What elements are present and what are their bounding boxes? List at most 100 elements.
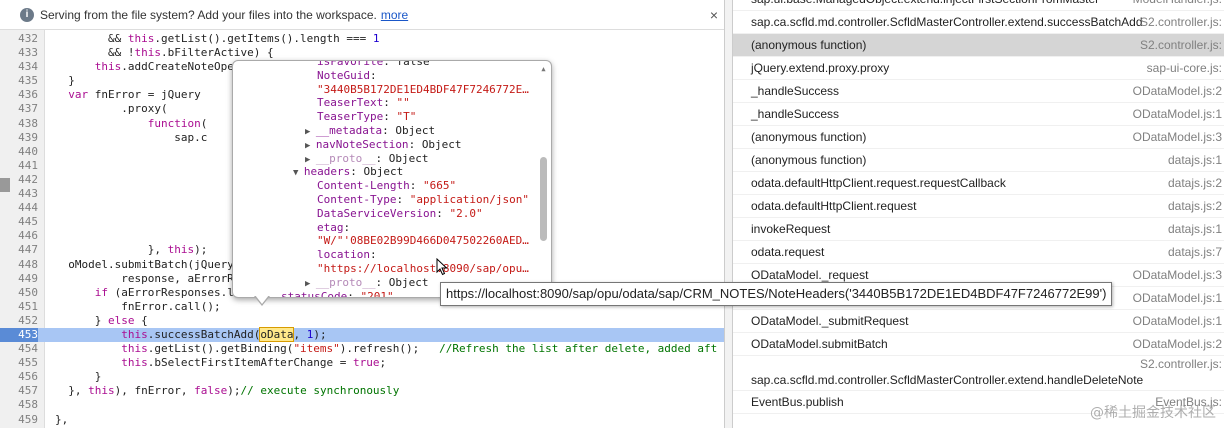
line-number[interactable]: 442 bbox=[0, 173, 38, 187]
line-number[interactable]: 443 bbox=[0, 187, 38, 201]
line-number[interactable]: 452 bbox=[0, 314, 38, 328]
info-icon: i bbox=[20, 7, 34, 22]
code-text: }, this); bbox=[55, 243, 208, 257]
panel-divider[interactable] bbox=[724, 0, 733, 428]
frame-location[interactable]: ODataModel.js:3 bbox=[1133, 126, 1222, 149]
frame-location[interactable]: sap-ui-core.js: bbox=[1147, 57, 1222, 80]
line-number[interactable]: 436 bbox=[0, 88, 38, 102]
frame-location[interactable]: S2.controller.js: bbox=[1140, 11, 1222, 34]
line-number[interactable]: 449 bbox=[0, 272, 38, 286]
line-number[interactable]: 457 bbox=[0, 384, 38, 398]
call-stack-frame[interactable]: odata.defaultHttpClient.request.requestC… bbox=[733, 172, 1224, 195]
call-stack-frame[interactable]: sap.ca.scfld.md.controller.ScfldMasterCo… bbox=[733, 356, 1224, 391]
line-number[interactable]: 439 bbox=[0, 131, 38, 145]
call-stack-frame[interactable]: (anonymous function) ODataModel.js:3 bbox=[733, 126, 1224, 149]
close-icon[interactable]: × bbox=[710, 7, 718, 23]
popover-scrollbar[interactable]: ▲ ▼ bbox=[539, 65, 548, 293]
line-number[interactable]: 450 bbox=[0, 286, 38, 300]
expanded-triangle-icon[interactable]: ▼ bbox=[293, 168, 304, 178]
frame-location[interactable]: ODataModel.js:3 bbox=[1133, 264, 1222, 287]
frame-location[interactable]: ModelHandler.js: bbox=[1133, 0, 1222, 11]
line-number[interactable]: 451 bbox=[0, 300, 38, 314]
line-number[interactable]: 454 bbox=[0, 342, 38, 356]
line-number[interactable]: 455 bbox=[0, 356, 38, 370]
scroll-thumb[interactable] bbox=[540, 157, 547, 241]
url-tooltip: https://localhost:8090/sap/opu/odata/sap… bbox=[440, 282, 1113, 306]
call-stack-frame[interactable]: (anonymous function) S2.controller.js: bbox=[733, 34, 1224, 57]
frame-function-name: invokeRequest bbox=[751, 222, 831, 236]
property-value: Object bbox=[395, 124, 436, 137]
line-number[interactable]: 441 bbox=[0, 159, 38, 173]
property-key: statusCode bbox=[281, 289, 348, 298]
code-line: 452 } else { bbox=[0, 314, 724, 328]
line-number[interactable]: 440 bbox=[0, 145, 38, 159]
collapsed-triangle-icon[interactable]: ▶ bbox=[305, 279, 316, 289]
scroll-up-icon[interactable]: ▲ bbox=[539, 65, 548, 73]
collapsed-triangle-icon[interactable]: ▶ bbox=[305, 141, 316, 151]
call-stack-frame[interactable]: ODataModel.submitBatch ODataModel.js:2 bbox=[733, 333, 1224, 356]
popover-property: location: bbox=[317, 248, 377, 262]
frame-location[interactable]: datajs.js:2 bbox=[1168, 172, 1222, 195]
line-number[interactable]: 435 bbox=[0, 74, 38, 88]
popover-property[interactable]: ▶ __proto__: Object bbox=[305, 276, 428, 291]
line-number[interactable]: 458 bbox=[0, 398, 38, 412]
call-stack-frame[interactable]: sap.ui.base.ManagedObject.extend.injectF… bbox=[733, 0, 1224, 11]
call-stack-frame[interactable]: _handleSuccess ODataModel.js:1 bbox=[733, 103, 1224, 126]
frame-location[interactable]: datajs.js:1 bbox=[1168, 149, 1222, 172]
frame-function-name: sap.ui.base.ManagedObject.extend.injectF… bbox=[751, 0, 1099, 6]
popover-property[interactable]: ▶ navNoteSection: Object bbox=[305, 138, 462, 153]
line-number[interactable]: 453 bbox=[0, 327, 38, 343]
popover-property[interactable]: ▼ headers: Object bbox=[293, 165, 403, 180]
frame-location[interactable]: S2.controller.js: bbox=[1140, 356, 1222, 372]
line-number[interactable]: 444 bbox=[0, 201, 38, 215]
code-text: && this.getList().getItems().length === … bbox=[55, 32, 380, 45]
frame-location[interactable]: ODataModel.js:1 bbox=[1133, 287, 1222, 310]
line-number[interactable]: 437 bbox=[0, 102, 38, 116]
property-key: etag bbox=[317, 220, 344, 234]
call-stack-frame[interactable]: sap.ca.scfld.md.controller.ScfldMasterCo… bbox=[733, 11, 1224, 34]
call-stack-frame[interactable]: odata.request datajs.js:7 bbox=[733, 241, 1224, 264]
line-number[interactable]: 434 bbox=[0, 60, 38, 74]
popover-property[interactable]: ▶ __proto__: Object bbox=[305, 152, 428, 167]
popover-property: Content-Type: "application/json" bbox=[317, 193, 529, 206]
frame-location[interactable]: datajs.js:2 bbox=[1168, 195, 1222, 218]
frame-function-name: ODataModel._request bbox=[751, 268, 869, 282]
popover-property: statusCode: "201" bbox=[281, 289, 394, 298]
frame-location[interactable]: datajs.js:7 bbox=[1168, 241, 1222, 264]
line-number[interactable]: 447 bbox=[0, 243, 38, 257]
collapsed-triangle-icon[interactable]: ▶ bbox=[305, 155, 316, 165]
popover-property[interactable]: ▶ __metadata: Object bbox=[305, 124, 435, 139]
frame-function-name: odata.defaultHttpClient.request bbox=[751, 199, 917, 213]
info-message: Serving from the file system? Add your f… bbox=[40, 7, 377, 22]
property-value: false bbox=[396, 60, 430, 68]
code-text: if (aErrorResponses.l bbox=[94, 285, 234, 299]
call-stack-frame[interactable]: _handleSuccess ODataModel.js:2 bbox=[733, 80, 1224, 103]
property-key: NoteGuid bbox=[317, 68, 370, 82]
call-stack-frame[interactable]: jQuery.extend.proxy.proxy sap-ui-core.js: bbox=[733, 57, 1224, 80]
line-number[interactable]: 456 bbox=[0, 370, 38, 384]
frame-location[interactable]: ODataModel.js:1 bbox=[1133, 310, 1222, 333]
frame-location[interactable]: ODataModel.js:2 bbox=[1133, 80, 1222, 103]
call-stack-frame[interactable]: ODataModel._submitRequest ODataModel.js:1 bbox=[733, 310, 1224, 333]
line-number[interactable]: 446 bbox=[0, 229, 38, 243]
code-text: oModel.submitBatch(jQuery bbox=[55, 257, 234, 271]
popover-property: "W/"'08BE02B99D466D047502260AED… bbox=[317, 234, 529, 248]
line-number[interactable]: 448 bbox=[0, 258, 38, 272]
code-text: }, this), fnError, false);// execute syn… bbox=[55, 384, 400, 398]
frame-location[interactable]: ODataModel.js:1 bbox=[1133, 103, 1222, 126]
more-link[interactable]: more bbox=[381, 8, 408, 22]
line-number[interactable]: 432 bbox=[0, 32, 38, 46]
line-number[interactable]: 459 bbox=[0, 413, 38, 427]
call-stack-frame[interactable]: invokeRequest datajs.js:1 bbox=[733, 218, 1224, 241]
line-number[interactable]: 433 bbox=[0, 46, 38, 60]
property-value: "201" bbox=[360, 289, 394, 298]
line-number[interactable]: 438 bbox=[0, 117, 38, 131]
call-stack-frame[interactable]: (anonymous function) datajs.js:1 bbox=[733, 149, 1224, 172]
object-preview-popover[interactable]: ▲ ▼ isFavorite: falseNoteGuid:"3440B5B17… bbox=[232, 60, 552, 298]
frame-location[interactable]: ODataModel.js:2 bbox=[1133, 333, 1222, 356]
frame-location[interactable]: datajs.js:1 bbox=[1168, 218, 1222, 241]
line-number[interactable]: 445 bbox=[0, 215, 38, 229]
call-stack-frame[interactable]: odata.defaultHttpClient.request datajs.js… bbox=[733, 195, 1224, 218]
frame-location[interactable]: S2.controller.js: bbox=[1140, 34, 1222, 57]
collapsed-triangle-icon[interactable]: ▶ bbox=[305, 127, 316, 137]
